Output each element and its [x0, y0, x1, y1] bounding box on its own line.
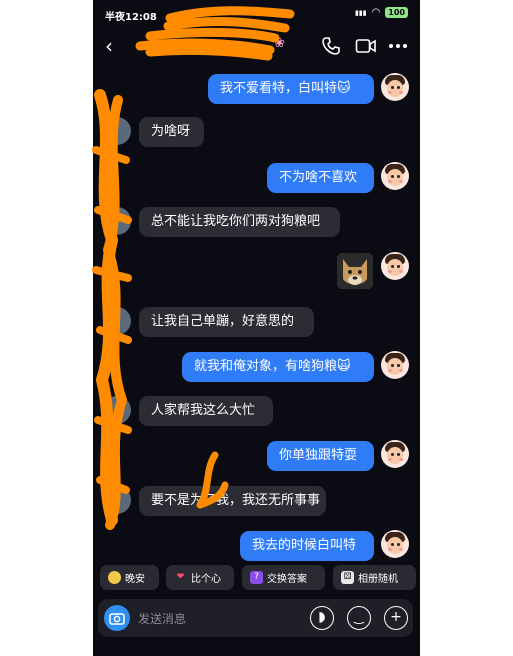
heart-icon: ❤ — [176, 572, 185, 582]
my-avatar[interactable] — [381, 73, 409, 101]
their-avatar[interactable] — [103, 396, 131, 424]
quick-action-goodnight[interactable]: 晚安 — [100, 565, 159, 590]
their-message[interactable]: 为啥呀 — [139, 117, 204, 147]
my-message[interactable]: 就我和俺对象，有啥狗粮🙀 — [182, 352, 374, 382]
emoji-icon[interactable]: ‿ — [347, 606, 371, 630]
their-avatar[interactable] — [103, 117, 131, 145]
camera-icon[interactable] — [104, 605, 130, 631]
dog-face-sticker[interactable] — [337, 253, 373, 289]
back-icon[interactable]: ‹ — [105, 34, 113, 58]
quick-action-album-random[interactable]: ⚄ 相册随机 — [333, 565, 416, 590]
their-message[interactable]: 要不是为了我，我还无所事事 — [139, 486, 326, 516]
signal-icon: ▮▮▮ — [355, 8, 367, 17]
moon-icon — [108, 571, 121, 584]
status-time: 半夜12:08 — [105, 12, 157, 23]
quick-action-exchange-answers[interactable]: ? 交换答案 — [242, 565, 325, 590]
their-avatar[interactable] — [103, 207, 131, 235]
quick-action-heart[interactable]: ❤ 比个心 — [166, 565, 234, 590]
chat-header: ‹ ❀ — [93, 26, 420, 66]
my-message[interactable]: 我不爱看特，白叫特🐱 — [208, 74, 374, 104]
status-icons: ▮▮▮ ◠ 100 — [355, 7, 408, 18]
chat-screen: 半夜12:08 ▮▮▮ ◠ 100 ‹ ❀ 我不爱看特，白叫特🐱 为啥呀 不为啥… — [93, 0, 420, 656]
my-avatar[interactable] — [381, 440, 409, 468]
plus-icon[interactable]: + — [384, 606, 408, 630]
status-bar: 半夜12:08 ▮▮▮ ◠ 100 — [93, 0, 420, 26]
my-message[interactable]: 你单独跟特耍 — [267, 441, 374, 471]
my-avatar[interactable] — [381, 252, 409, 280]
video-icon[interactable] — [355, 36, 377, 60]
battery-icon: 100 — [385, 7, 408, 18]
flower-icon: ❀ — [274, 36, 285, 51]
my-avatar[interactable] — [381, 162, 409, 190]
their-message[interactable]: 让我自己单蹦，好意思的 — [139, 307, 314, 337]
phone-icon[interactable] — [321, 36, 341, 60]
my-avatar[interactable] — [381, 351, 409, 379]
message-input-bar: 发送消息 ◗ ‿ + — [98, 599, 413, 637]
my-message[interactable]: 不为啥不喜欢 — [267, 163, 374, 193]
voice-icon[interactable]: ◗ — [310, 606, 334, 630]
my-message[interactable]: 我去的时候白叫特 — [240, 531, 374, 561]
their-avatar[interactable] — [103, 307, 131, 335]
message-input[interactable]: 发送消息 — [138, 610, 186, 627]
more-icon[interactable] — [388, 36, 408, 60]
dice-icon: ⚄ — [341, 571, 354, 584]
their-message[interactable]: 人家帮我这么大忙 — [139, 396, 273, 426]
their-message[interactable]: 总不能让我吃你们两对狗粮吧 — [139, 207, 340, 237]
wifi-icon: ◠ — [371, 7, 381, 18]
their-avatar[interactable] — [103, 486, 131, 514]
my-avatar[interactable] — [381, 530, 409, 558]
question-icon: ? — [250, 571, 263, 584]
